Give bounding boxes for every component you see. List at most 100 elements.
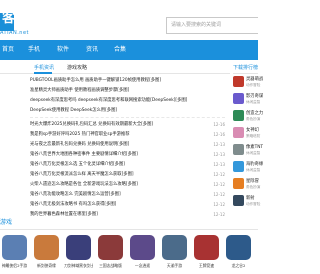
ranking-game-name[interactable]: 影刃奇谋 <box>246 94 263 99</box>
news-date: 12-13 <box>213 152 225 157</box>
game-icon[interactable] <box>233 110 244 121</box>
game-name[interactable]: 刀剑神域黑衣剑士 <box>64 263 93 268</box>
main-nav: 首页 手机 软件 资讯 合集 <box>0 40 258 60</box>
news-title[interactable]: 鬼谷八荒世界大地图各种密事件 主要剧情详细介绍[多图] <box>30 150 202 159</box>
ranking-game-name[interactable]: 创造之力 <box>246 111 263 116</box>
news-item[interactable]: 我是狗sp手游好评吗2025 热门神官职业sp手游推荐 12-16 <box>30 130 225 140</box>
news-date: 12-12 <box>213 192 225 197</box>
search-input[interactable]: 请输入要搜索的关键词 <box>166 17 258 34</box>
nav-item-software[interactable]: 软件 <box>57 40 69 60</box>
ranking-game-name[interactable]: 海豹奇缘 <box>246 162 263 167</box>
tab-mobile-news[interactable]: 手机资讯 <box>34 64 54 72</box>
news-date: 12-13 <box>213 142 225 147</box>
ranking-item[interactable]: 海豹奇缘 休闲益智 <box>233 161 263 174</box>
news-item[interactable]: 光与夜之恋最新礼包码兑换码 兑换码使用说明[多图] 12-13 <box>30 140 225 150</box>
game-icon[interactable] <box>233 161 244 172</box>
news-item[interactable]: 火柴人遗迹怎么攻略是各位 全新游戏玩法怎么攻略[多图] 12-12 <box>30 180 225 190</box>
news-item[interactable]: 鬼谷八荒世界大地图各种密事件 主要剧情详细介绍[多图] 12-13 <box>30 150 225 160</box>
ranking-item[interactable]: 女神幻 策略塔防 <box>233 127 261 140</box>
news-item[interactable]: 我的世界暮色森林位置在哪里[多图] 12-12 <box>30 210 225 220</box>
logo-subtitle: ATIAN.net <box>0 30 30 36</box>
game-name[interactable]: 天谕手游 <box>160 263 189 268</box>
news-item[interactable]: 鬼谷八荒万化灵根流派怎么样 离天半魔怎么获取[多图] 12-12 <box>30 170 225 180</box>
news-item[interactable]: PUBGTOOL画质助手怎么用 画质助手一键解锁120帧使用教程[多图] <box>30 76 225 86</box>
news-title[interactable]: 时光大爆炸2025兑换码礼包码汇总 兑换码有效期最新大全[多图] <box>30 120 202 129</box>
news-date: 12-13 <box>213 162 225 167</box>
game-card[interactable]: 一念逍遥 <box>128 235 157 274</box>
nav-item-collections[interactable]: 合集 <box>114 40 126 60</box>
ranking-item[interactable]: 灵器萌战 动作冒险 <box>233 76 263 89</box>
news-item[interactable]: 鬼谷八荒无极剑法攻略书 有吗怎么获得[多图] 12-12 <box>30 200 225 210</box>
game-name[interactable]: 新剑侠奇缘 <box>32 263 61 268</box>
news-date: 12-12 <box>213 202 225 207</box>
game-icon[interactable] <box>233 195 244 206</box>
ranking-game-category: 策略塔防 <box>246 134 261 138</box>
game-name[interactable]: 神雕侠侣2手游 <box>0 263 29 268</box>
game-thumbnail[interactable] <box>226 235 251 260</box>
game-name[interactable]: 三国志战略版 <box>96 263 125 268</box>
game-thumbnail[interactable] <box>130 235 155 260</box>
ranking-game-name[interactable]: 像素TNT <box>246 145 263 150</box>
game-thumbnail[interactable] <box>162 235 187 260</box>
ranking-game-name[interactable]: 新射 <box>246 196 255 201</box>
game-thumbnail[interactable] <box>98 235 123 260</box>
ranking-game-name[interactable]: 女神幻 <box>246 128 259 133</box>
news-item[interactable]: 时光大爆炸2025兑换码礼包码汇总 兑换码有效期最新大全[多图] 12-16 <box>30 120 225 130</box>
game-thumbnail[interactable] <box>194 235 219 260</box>
news-title[interactable]: 光与夜之恋最新礼包码兑换码 兑换码使用说明[多图] <box>30 140 202 149</box>
news-title[interactable]: 鬼谷八荒无极剑法攻略书 有吗怎么获得[多图] <box>30 200 202 209</box>
news-item[interactable]: 准星精灵大师画质助手 使用教程画质调整步骤[多图] <box>30 86 225 96</box>
news-title[interactable]: 鬼谷八荒功能攻略怎么 完美剧情怎么运营[多图] <box>30 190 202 199</box>
ranking-item[interactable]: 星际冒 角色扮演 <box>233 178 260 191</box>
ranking-game-category: 角色扮演 <box>246 117 261 121</box>
game-icon[interactable] <box>233 178 244 189</box>
game-name[interactable]: 一念逍遥 <box>128 263 157 268</box>
news-title[interactable]: 鬼谷八荒万化灵根流派怎么样 离天半魔怎么获取[多图] <box>30 170 202 179</box>
game-card[interactable]: 刀剑神域黑衣剑士 <box>64 235 93 274</box>
game-name[interactable]: 王牌竞速 <box>192 263 221 268</box>
game-thumbnail[interactable] <box>2 235 27 260</box>
news-item[interactable]: 鬼谷八荒功能攻略怎么 完美剧情怎么运营[多图] 12-12 <box>30 190 225 200</box>
news-title[interactable]: 鬼谷八荒万化灵根怎么选 五个化灵详细介绍[多图] <box>30 160 202 169</box>
ranking-item[interactable]: 像素TNT 休闲益智 <box>233 144 263 157</box>
game-card[interactable]: 天谕手游 <box>160 235 189 274</box>
news-title[interactable]: 准星精灵大师画质助手 使用教程画质调整步骤[多图] <box>30 86 202 95</box>
ranking-item[interactable]: 创造之力 角色扮演 <box>233 110 263 123</box>
news-item[interactable]: 鬼谷八荒万化灵根怎么选 五个化灵详细介绍[多图] 12-13 <box>30 160 225 170</box>
news-title[interactable]: 我的世界暮色森林位置在哪里[多图] <box>30 210 202 219</box>
download-ranking-title[interactable]: 下载排行榜 <box>233 64 258 72</box>
game-icon[interactable] <box>233 76 244 87</box>
nav-item-news[interactable]: 资讯 <box>86 40 98 60</box>
logo-text[interactable]: 客园 <box>2 12 28 26</box>
news-title[interactable]: PUBGTOOL画质助手怎么用 画质助手一键解锁120帧使用教程[多图] <box>30 76 202 85</box>
news-title[interactable]: DeepSeek使用教程 DeepSeek怎么用[多图] <box>30 106 202 115</box>
game-icon[interactable] <box>233 127 244 138</box>
news-date: 12-12 <box>213 212 225 217</box>
news-title[interactable]: deepseek有深度思考吗 deepseek有深度思考和联网搜索功能[Deep… <box>30 96 202 105</box>
game-card[interactable]: 龙之谷2 <box>224 235 253 274</box>
nav-item-mobile[interactable]: 手机 <box>28 40 40 60</box>
game-card[interactable]: 新剑侠奇缘 <box>32 235 61 274</box>
news-title[interactable]: 火柴人遗迹怎么攻略是各位 全新游戏玩法怎么攻略[多图] <box>30 180 202 189</box>
game-card[interactable]: 神雕侠侣2手游 <box>0 235 29 274</box>
ranking-item[interactable]: 影刃奇谋 休闲益智 <box>233 93 263 106</box>
game-card[interactable]: 三国志战略版 <box>96 235 125 274</box>
game-thumbnail[interactable] <box>66 235 91 260</box>
nav-item-home[interactable]: 首页 <box>2 40 14 60</box>
news-item[interactable]: DeepSeek使用教程 DeepSeek怎么用[多图] <box>30 106 225 116</box>
ranking-game-category: 动作冒险 <box>246 83 261 87</box>
news-title[interactable]: 我是狗sp手游好评吗2025 热门神官职业sp手游推荐 <box>30 130 202 139</box>
games-section-title[interactable]: 游戏 <box>0 219 12 227</box>
ranking-game-name[interactable]: 星际冒 <box>246 179 259 184</box>
ranking-item[interactable]: 新射 动作冒险 <box>233 195 261 208</box>
ranking-game-category: 动作冒险 <box>246 202 261 206</box>
game-name[interactable]: 龙之谷2 <box>224 263 253 268</box>
news-date: 12-12 <box>213 182 225 187</box>
news-item[interactable]: deepseek有深度思考吗 deepseek有深度思考和联网搜索功能[Deep… <box>30 96 225 106</box>
game-icon[interactable] <box>233 93 244 104</box>
ranking-game-name[interactable]: 灵器萌战 <box>246 77 263 82</box>
game-card[interactable]: 王牌竞速 <box>192 235 221 274</box>
tab-game-guides[interactable]: 游戏攻略 <box>67 64 87 72</box>
game-icon[interactable] <box>233 144 244 155</box>
game-thumbnail[interactable] <box>34 235 59 260</box>
